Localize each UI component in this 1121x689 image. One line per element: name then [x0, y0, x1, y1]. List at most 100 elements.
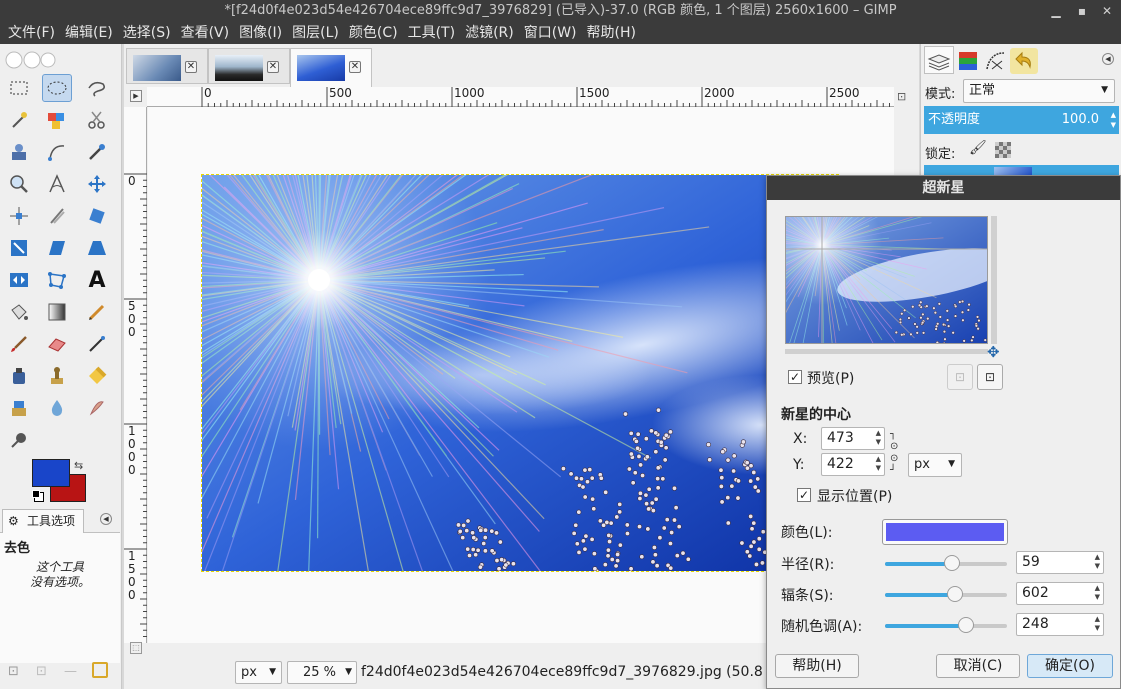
preview-hscroll[interactable] [785, 349, 988, 354]
dock-menu-icon[interactable]: ◀ [1102, 53, 1114, 65]
mode-select[interactable]: 正常 ▼ [963, 79, 1115, 103]
close-tab-icon[interactable]: ✕ [185, 61, 197, 73]
image-menu-icon[interactable]: ▶ [130, 90, 142, 102]
ink-icon[interactable] [4, 362, 34, 390]
menu-help[interactable]: 帮助(H) [582, 22, 641, 44]
clone-icon[interactable] [42, 362, 72, 390]
free-select-icon[interactable] [82, 74, 112, 102]
tab-tool-options[interactable]: ⚙ 工具选项 [2, 509, 84, 533]
reset-icon[interactable] [92, 662, 108, 678]
minimize-icon[interactable]: ▁ [1045, 0, 1067, 22]
scale-icon[interactable] [4, 234, 34, 262]
radius-slider-knob[interactable] [944, 555, 961, 571]
delete-preset-icon[interactable]: — [64, 664, 77, 679]
select-by-color-icon[interactable] [42, 106, 72, 134]
cancel-button[interactable]: 取消(C) [936, 654, 1020, 678]
random-hue-input[interactable]: 248 ▲ ▼ [1016, 613, 1104, 636]
unit-select[interactable]: px ▼ [235, 661, 282, 684]
cage-transform-icon[interactable] [42, 266, 72, 294]
preview-area[interactable] [785, 216, 988, 344]
smudge-icon[interactable] [82, 394, 112, 422]
paths-icon[interactable] [42, 138, 72, 166]
close-tab-icon[interactable]: ✕ [267, 61, 279, 73]
blend-icon[interactable] [42, 298, 72, 326]
tab-undo-history[interactable] [1010, 48, 1038, 74]
measure-icon[interactable] [42, 170, 72, 198]
image-canvas[interactable] [201, 174, 839, 572]
image-tab-3[interactable]: ✕ [290, 48, 372, 88]
menu-colors[interactable]: 颜色(C) [344, 22, 403, 44]
flip-icon[interactable] [4, 266, 34, 294]
tab-channels[interactable] [954, 48, 982, 74]
menu-tools[interactable]: 工具(T) [403, 22, 460, 44]
radius-slider[interactable] [885, 555, 1007, 571]
random-hue-slider[interactable] [885, 617, 1007, 633]
spokes-slider[interactable] [885, 586, 1007, 602]
zoom-image-icon[interactable]: ⊡ [897, 90, 906, 103]
lock-pixels-icon[interactable]: 🖌 [969, 140, 987, 156]
menu-image[interactable]: 图像(I) [234, 22, 287, 44]
color-button[interactable] [882, 519, 1008, 545]
rect-select-icon[interactable] [4, 74, 34, 102]
rotate-icon[interactable] [82, 202, 112, 230]
swap-colors-icon[interactable]: ⇆ [74, 459, 83, 472]
menu-edit[interactable]: 编辑(E) [60, 22, 118, 44]
perspective-icon[interactable] [82, 234, 112, 262]
shear-icon[interactable] [42, 234, 72, 262]
close-tab-icon[interactable]: ✕ [349, 61, 361, 73]
spokes-slider-knob[interactable] [946, 586, 963, 602]
restore-preset-icon[interactable]: ⊡ [36, 664, 47, 679]
panel-menu-icon[interactable]: ◀ [100, 513, 112, 525]
default-colors-icon[interactable] [32, 490, 40, 498]
bucket-fill-icon[interactable] [4, 298, 34, 326]
navigate-icon[interactable]: ✥ [987, 343, 1000, 361]
image-tab-1[interactable]: ✕ [126, 48, 208, 84]
paintbrush-icon[interactable] [4, 330, 34, 358]
airbrush-icon[interactable] [82, 330, 112, 358]
x-input[interactable]: 473 ▲ ▼ [821, 427, 885, 450]
blur-icon[interactable] [42, 394, 72, 422]
menu-select[interactable]: 选择(S) [118, 22, 176, 44]
save-preset-icon[interactable]: ⊡ [8, 664, 19, 679]
ellipse-select-icon[interactable] [42, 74, 72, 102]
tab-layers[interactable] [924, 46, 954, 74]
preview-vscroll[interactable] [991, 216, 997, 344]
zoom-in-preview-icon[interactable]: ⊡ [977, 364, 1003, 390]
quick-mask-icon[interactable]: ⬚ [130, 642, 142, 654]
menu-windows[interactable]: 窗口(W) [519, 22, 582, 44]
zoom-select[interactable]: 25 % ▼ [287, 661, 357, 684]
color-picker-icon[interactable] [82, 138, 112, 166]
preview-checkbox[interactable]: ✓ [788, 370, 802, 384]
position-unit-select[interactable]: px ▼ [908, 453, 962, 477]
menu-filters[interactable]: 滤镜(R) [460, 22, 519, 44]
perspective-clone-icon[interactable] [4, 394, 34, 422]
crop-icon[interactable] [42, 202, 72, 230]
maximize-icon[interactable]: ▪ [1071, 0, 1093, 22]
image-tab-2[interactable]: ✕ [208, 48, 290, 84]
menu-view[interactable]: 查看(V) [176, 22, 235, 44]
chain-link-icon[interactable]: ┐ ⊙ ⊙ ┘ [890, 429, 898, 477]
lock-alpha-icon[interactable] [995, 142, 1011, 158]
random-hue-slider-knob[interactable] [957, 617, 974, 633]
menu-layer[interactable]: 图层(L) [287, 22, 344, 44]
close-icon[interactable]: ✕ [1096, 0, 1118, 22]
opacity-slider[interactable]: 不透明度 100.0 ▲ ▼ [924, 106, 1119, 134]
zoom-icon[interactable] [4, 170, 34, 198]
help-button[interactable]: 帮助(H) [775, 654, 859, 678]
text-icon[interactable]: A [82, 266, 112, 294]
y-input[interactable]: 422 ▲ ▼ [821, 453, 885, 476]
pencil-icon[interactable] [82, 298, 112, 326]
ok-button[interactable]: 确定(O) [1027, 654, 1113, 678]
radius-input[interactable]: 59 ▲ ▼ [1016, 551, 1104, 574]
dodge-burn-icon[interactable] [4, 426, 34, 454]
heal-icon[interactable] [82, 362, 112, 390]
zoom-out-preview-icon[interactable]: ⊡ [947, 364, 973, 390]
eraser-icon[interactable] [42, 330, 72, 358]
menu-file[interactable]: 文件(F) [0, 22, 60, 44]
move-icon[interactable] [82, 170, 112, 198]
spokes-input[interactable]: 602 ▲ ▼ [1016, 582, 1104, 605]
foreground-color-swatch[interactable] [32, 459, 70, 487]
scissors-icon[interactable] [82, 106, 112, 134]
align-icon[interactable] [4, 202, 34, 230]
show-position-checkbox[interactable]: ✓ [797, 488, 811, 502]
